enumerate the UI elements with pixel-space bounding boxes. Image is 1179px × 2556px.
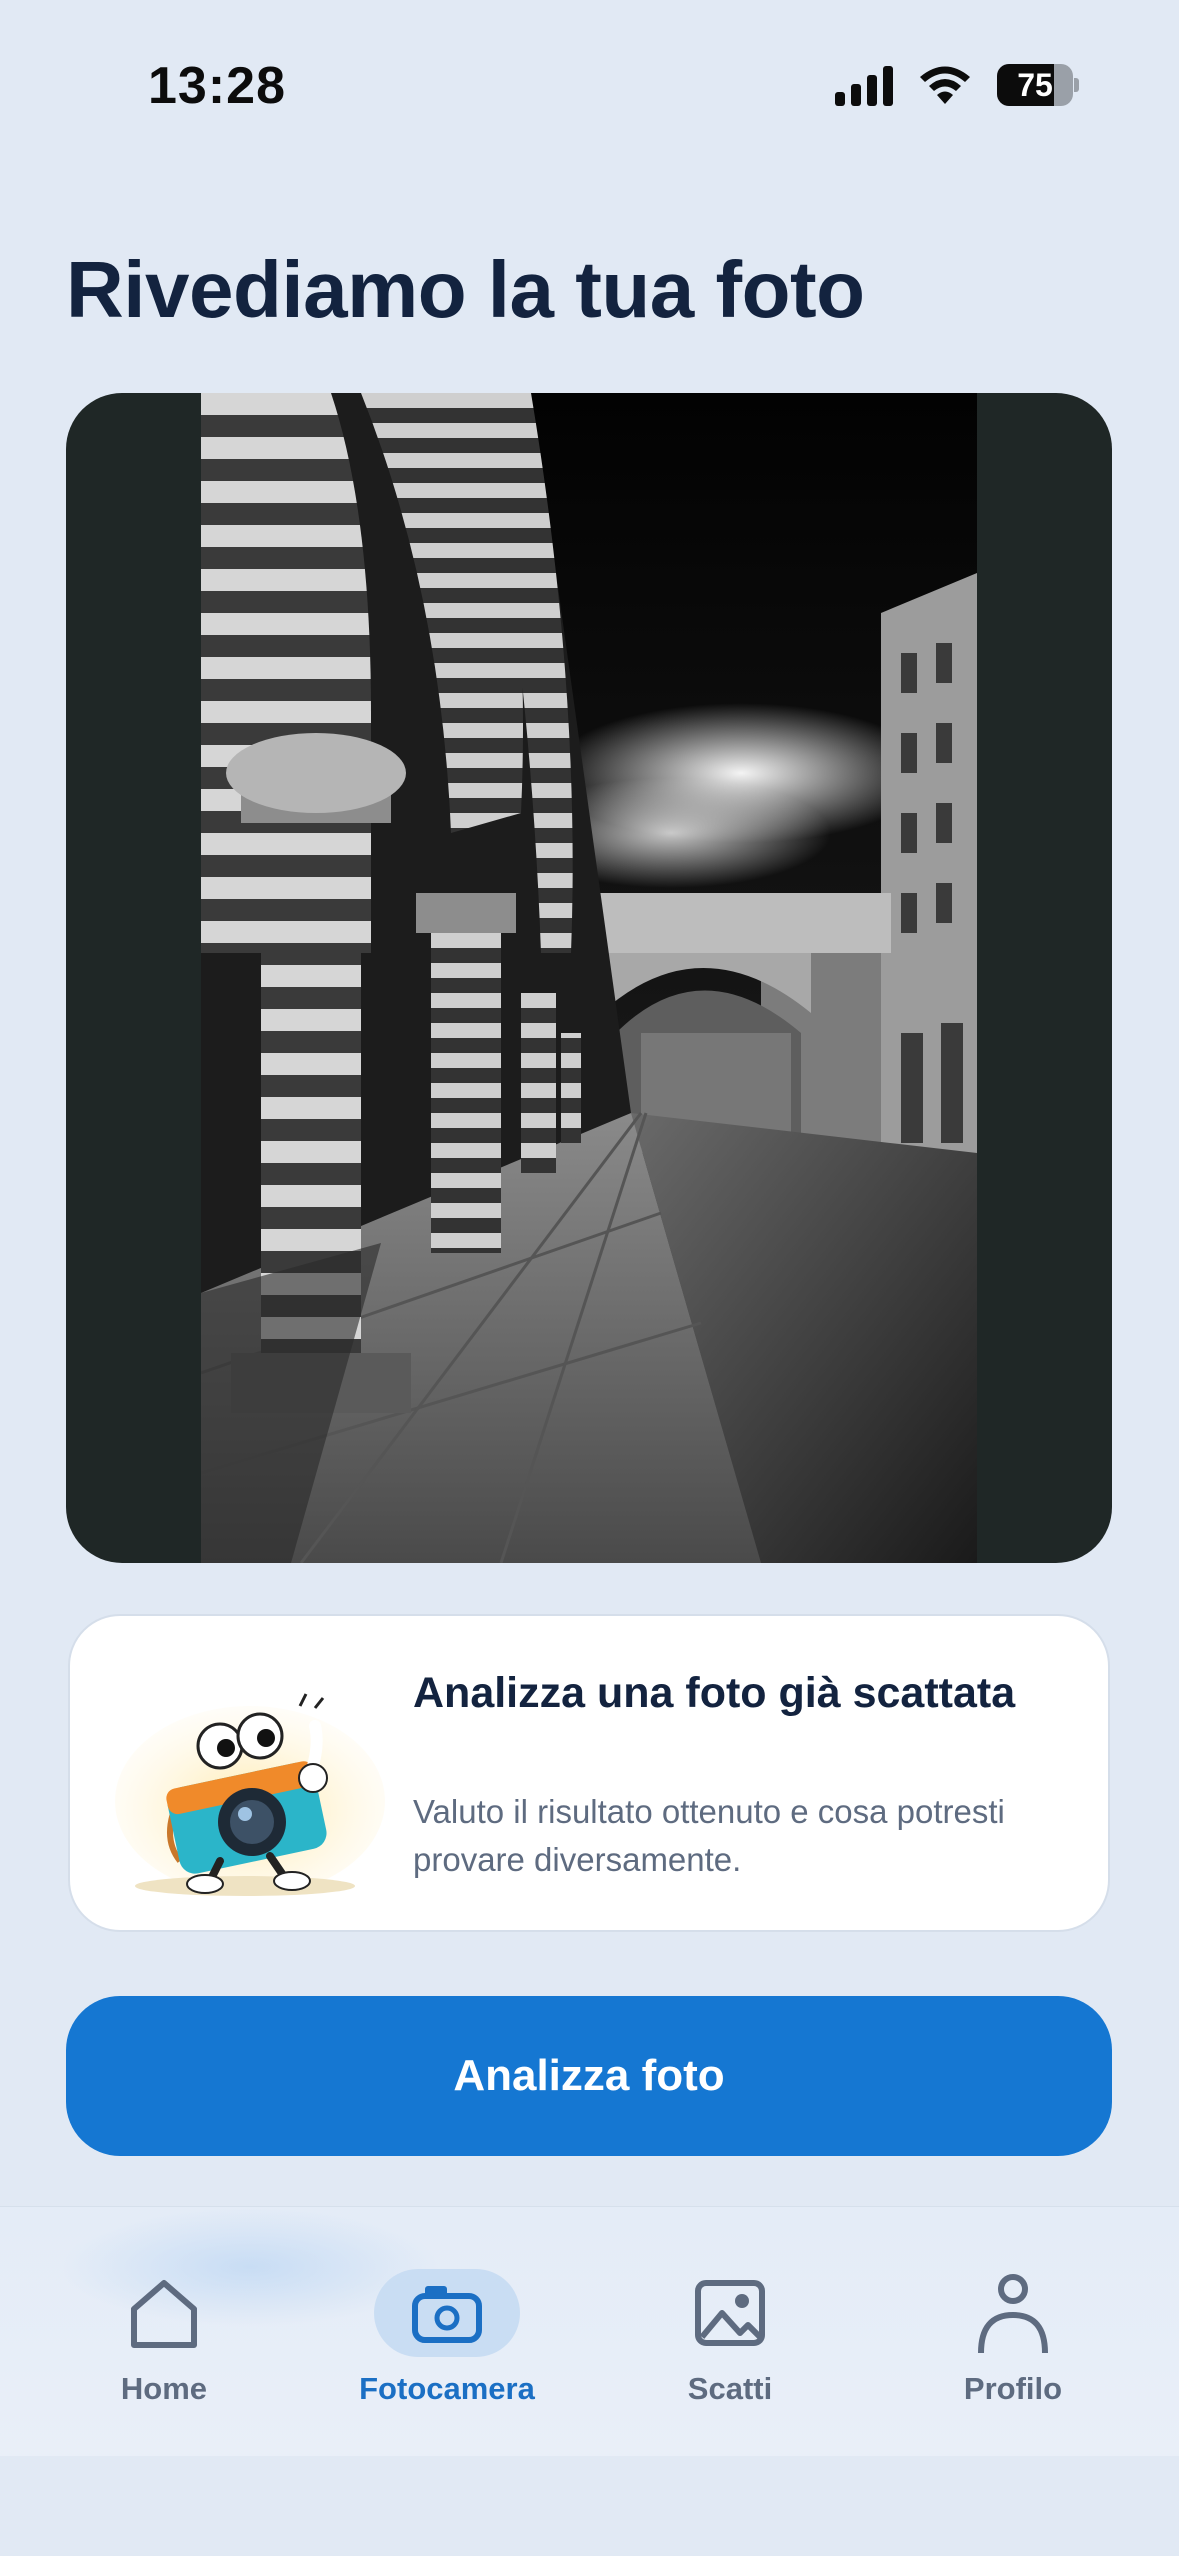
wifi-icon [920, 66, 970, 104]
analyze-photo-button[interactable]: Analizza foto [66, 1996, 1112, 2156]
page-title: Rivediamo la tua foto [66, 245, 865, 334]
camera-mascot-illustration [110, 1686, 400, 1902]
status-icons: 75 [835, 64, 1079, 106]
battery-level: 75 [1017, 66, 1053, 103]
camera-icon [374, 2269, 520, 2357]
tab-profilo[interactable]: Profilo [903, 2263, 1123, 2413]
image-icon [657, 2269, 803, 2357]
analysis-card-title: Analizza una foto già scattata [413, 1669, 1016, 1717]
battery-icon: 75 [997, 64, 1079, 106]
home-icon [91, 2269, 237, 2357]
photo-preview [66, 393, 1112, 1563]
tab-fotocamera-label: Fotocamera [359, 2371, 535, 2406]
signal-icon [835, 64, 893, 106]
profile-icon [940, 2269, 1086, 2357]
tab-scatti-label: Scatti [687, 2371, 773, 2406]
photo-image [201, 393, 977, 1563]
tab-profilo-label: Profilo [963, 2371, 1063, 2406]
tab-home-label: Home [120, 2371, 208, 2406]
tab-scatti[interactable]: Scatti [620, 2263, 840, 2413]
analysis-card-description: Valuto il risultato ottenuto e cosa potr… [413, 1793, 1005, 1878]
tab-bar: Home Fotocamera Scatti Profilo [0, 2206, 1179, 2456]
status-time: 13:28 [148, 57, 286, 115]
status-bar: 13:28 75 [0, 0, 1179, 170]
home-indicator-area [0, 2456, 1179, 2556]
tab-fotocamera[interactable]: Fotocamera [337, 2263, 557, 2413]
analyze-existing-photo-card[interactable]: Analizza una foto già scattata Valuto il… [68, 1614, 1110, 1932]
tab-home[interactable]: Home [54, 2263, 274, 2413]
